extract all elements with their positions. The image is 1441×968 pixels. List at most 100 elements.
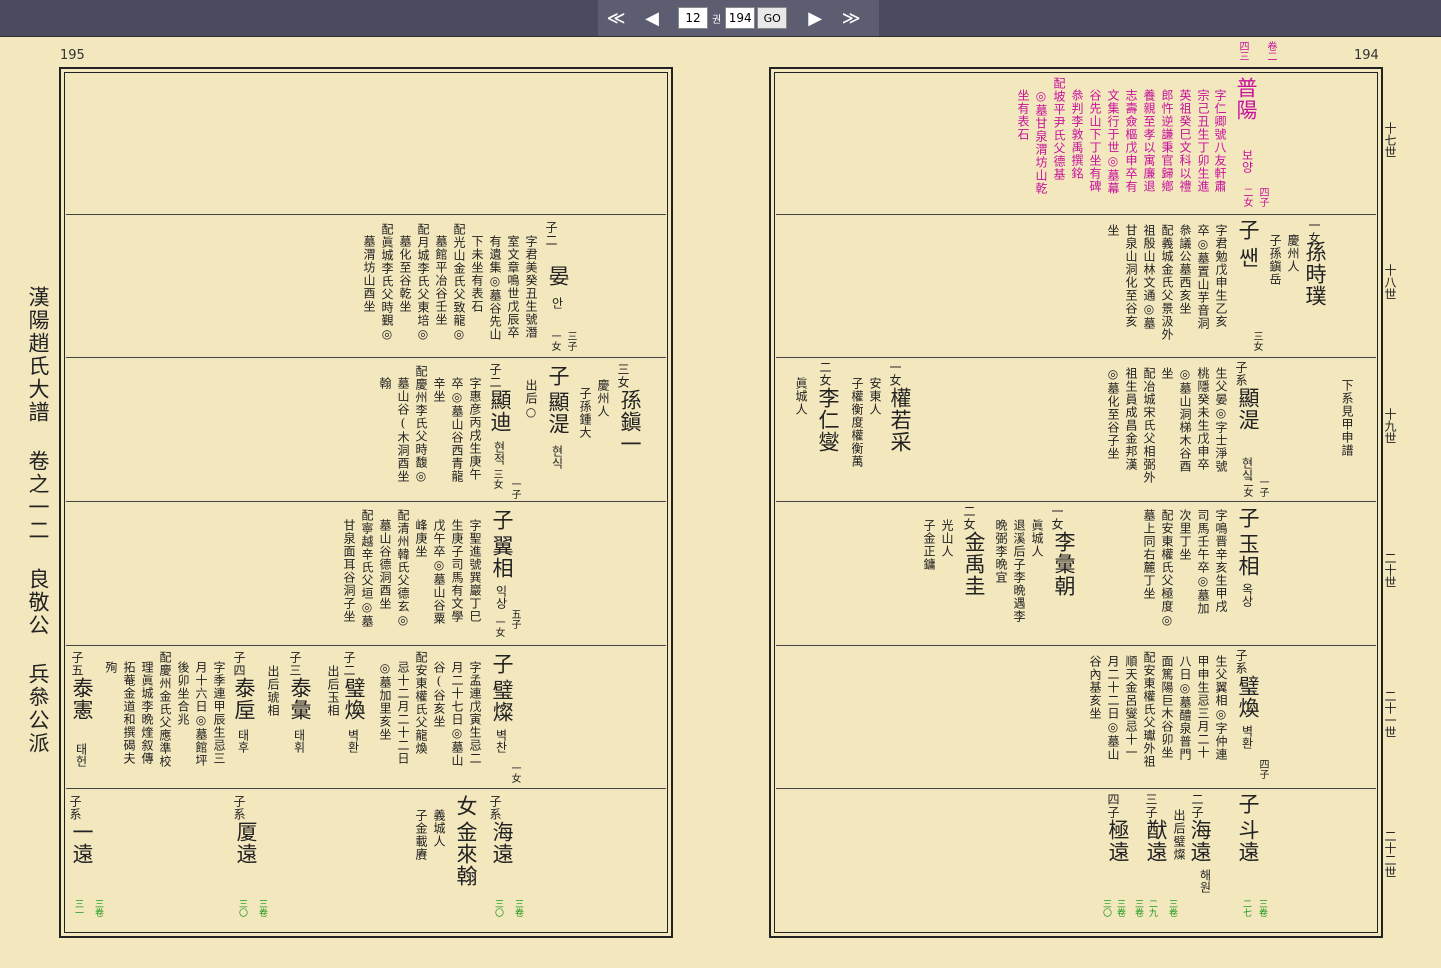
person-name: 璧煥 bbox=[1236, 675, 1260, 719]
spouse-name: 孫鎭一 bbox=[618, 389, 642, 455]
biography-line: 拓菴金道和撰碣夫 bbox=[122, 661, 136, 765]
person-name: 一遠 bbox=[70, 821, 94, 865]
biography-line: 配慶州金氏父應準校 bbox=[158, 651, 172, 768]
biography-line: 谷先山下丁坐有碑 bbox=[1088, 89, 1102, 193]
children-count: 三女 bbox=[1251, 331, 1262, 351]
toolbar: ≪ ◀ 12 권 194 GO ▶ ≫ bbox=[0, 0, 1441, 37]
person-name: 普陽 bbox=[1234, 77, 1258, 121]
children-count: 一子 bbox=[1257, 477, 1268, 497]
volume-ref: 三卷 bbox=[93, 899, 103, 917]
daughter-label: 二女 bbox=[818, 361, 832, 387]
spouse-children: 子孫鎭岳 bbox=[1268, 234, 1282, 286]
volume-ref: 三卷 bbox=[1115, 899, 1125, 917]
volume-ref: 三一 bbox=[73, 899, 83, 917]
page-input[interactable]: 194 bbox=[725, 7, 756, 29]
biography-line: 字鳴晋辛亥生甲戌 bbox=[1214, 509, 1228, 613]
biography-line: ◎墓化至谷子坐 bbox=[1106, 367, 1120, 460]
biography-line: 峰庚坐 bbox=[414, 519, 428, 558]
person-name: 顯湜 bbox=[546, 391, 570, 435]
person-hangul: 태휘 bbox=[292, 729, 306, 753]
biography-line: 配眞城李氏父時覲◎ bbox=[380, 223, 394, 342]
last-page-button[interactable]: ≫ bbox=[833, 4, 869, 32]
biography-line: 配月城李氏父東培◎ bbox=[416, 223, 430, 342]
volume-ref: 三卷 bbox=[257, 899, 267, 917]
spouse-origin: 眞城人 bbox=[1030, 519, 1044, 558]
biography-line: 墓化至谷乾坐 bbox=[398, 235, 412, 313]
volume-ref: 三〇 bbox=[1101, 899, 1111, 917]
biography-line: 八日◎墓醴泉普門 bbox=[1178, 655, 1192, 761]
biography-line: 坐 bbox=[1160, 367, 1174, 380]
adoption-note: 出后璧燦 bbox=[1172, 809, 1186, 861]
children-count: 二女 bbox=[1241, 187, 1252, 207]
biography-line: 字聖進號巽巖丁巳 bbox=[468, 519, 482, 623]
biography-line: 坐 bbox=[1106, 224, 1120, 237]
person-hangul: 익상 bbox=[494, 585, 508, 609]
left-page-frame: 子二 晏 안 三子 一女 字君美癸丑生號潛 室文章鳴世戊辰卒 有遺集◎墓谷先山 … bbox=[59, 67, 673, 938]
person-name: 顯迪 bbox=[488, 389, 512, 433]
right-page-frame: 卷二 四三 普陽 보양 四子 二女 字仁卿號八友軒肅 宗己丑生丁卯生進 英祖癸巳… bbox=[769, 41, 1383, 938]
biography-line: 文集行于世◎墓幕 bbox=[1106, 89, 1120, 195]
go-button[interactable]: GO bbox=[757, 7, 788, 29]
spouse-name: 李彙朝 bbox=[1052, 531, 1076, 597]
left-page-number: 195 bbox=[60, 48, 85, 63]
person-hangul: 벽환 bbox=[346, 729, 360, 753]
spouse-name: 金來翰 bbox=[454, 821, 478, 887]
relation-label: 子二 bbox=[342, 651, 356, 677]
volume-ref: 三〇 bbox=[237, 899, 247, 917]
spouse-origin: 義城人 bbox=[432, 809, 446, 848]
spouse-children: 子權衡度權衡萬 bbox=[850, 377, 864, 468]
spouse-origin: 光山人 bbox=[940, 519, 954, 558]
person-hangul: 해원 bbox=[1198, 869, 1212, 893]
person-name: 晏 bbox=[546, 265, 570, 287]
biography-line: 司馬壬午卒◎墓加 bbox=[1196, 509, 1210, 615]
volume-unit-label: 권 bbox=[712, 14, 722, 26]
children-count: 三子 bbox=[565, 331, 576, 351]
volume-ref: 三卷 bbox=[1167, 899, 1177, 917]
spouse-children: 子孫鍾大 bbox=[578, 387, 592, 439]
generation-label: 十七世 bbox=[1383, 122, 1397, 158]
biography-line: 祖殷山林文通◎墓 bbox=[1142, 224, 1156, 330]
first-page-button[interactable]: ≪ bbox=[598, 4, 634, 32]
person-name: 泰彙 bbox=[288, 677, 312, 721]
spouse-origin: 眞城人 bbox=[794, 377, 808, 416]
volume-ref: 二九 bbox=[1147, 899, 1157, 917]
relation-label: 子 bbox=[490, 509, 514, 531]
biography-line: 室文章鳴世戊辰卒 bbox=[506, 235, 520, 339]
prev-page-button[interactable]: ◀ bbox=[634, 4, 670, 32]
biography-line: 甲申生忌三月二十 bbox=[1196, 655, 1210, 759]
children-count: 一子 bbox=[509, 479, 520, 499]
volume-ref: 三卷 bbox=[513, 899, 523, 917]
daughter-label: 一女 bbox=[888, 361, 902, 387]
biography-line: 宗己丑生丁卯生進 bbox=[1196, 89, 1210, 193]
biography-line: 字仁卿號八友軒肅 bbox=[1213, 89, 1227, 193]
children-count: 一女 bbox=[493, 617, 504, 637]
biography-line: 順天金呂燮忌十一 bbox=[1124, 655, 1138, 759]
next-page-button[interactable]: ▶ bbox=[797, 4, 833, 32]
relation-label: 子 bbox=[1236, 507, 1260, 529]
person-name: 璧煥 bbox=[342, 677, 366, 721]
biography-line: 卒◎墓山谷西青龍 bbox=[450, 377, 464, 483]
person-name: 쌘 bbox=[1236, 247, 1260, 269]
person-name: 厦遠 bbox=[234, 821, 258, 865]
children-count: 一女 bbox=[549, 331, 560, 351]
biography-line: 字惠彦丙戌生庚午 bbox=[468, 377, 482, 481]
biography-line: 志壽僉樞戊申卒有 bbox=[1124, 89, 1138, 193]
person-name: 翼相 bbox=[490, 535, 514, 579]
biography-line: 配安東權氏父極度◎ bbox=[1160, 509, 1174, 628]
person-name: 顯湜 bbox=[1236, 387, 1260, 431]
person-name: 極遠 bbox=[1106, 819, 1130, 863]
volume-input[interactable]: 12 bbox=[678, 7, 708, 29]
volume-ref: 二七 bbox=[1241, 899, 1251, 917]
biography-line: 卒◎墓置山芋音洞 bbox=[1196, 224, 1210, 330]
generation-label: 二十一世 bbox=[1383, 690, 1397, 738]
biography-line: ◎墓山洞梯木谷酉 bbox=[1178, 367, 1192, 473]
biography-line: 字君勉戊申生乙亥 bbox=[1214, 224, 1228, 328]
biography-line: 谷內基亥坐 bbox=[1088, 655, 1102, 720]
biography-line: 叅判李敦禹撰銘 bbox=[1070, 89, 1084, 180]
biography-line: 配坡平尹氏父德基 bbox=[1052, 77, 1066, 181]
volume-ref: 四三 bbox=[1237, 41, 1248, 61]
spouse-children: 退溪后子李晩遇李 bbox=[1012, 519, 1026, 623]
biography-line: 字孟連戊寅生忌二 bbox=[468, 661, 482, 765]
page-navigator: ≪ ◀ 12 권 194 GO ▶ ≫ bbox=[598, 0, 879, 36]
biography-line: 墓渭坊山酉坐 bbox=[362, 235, 376, 313]
